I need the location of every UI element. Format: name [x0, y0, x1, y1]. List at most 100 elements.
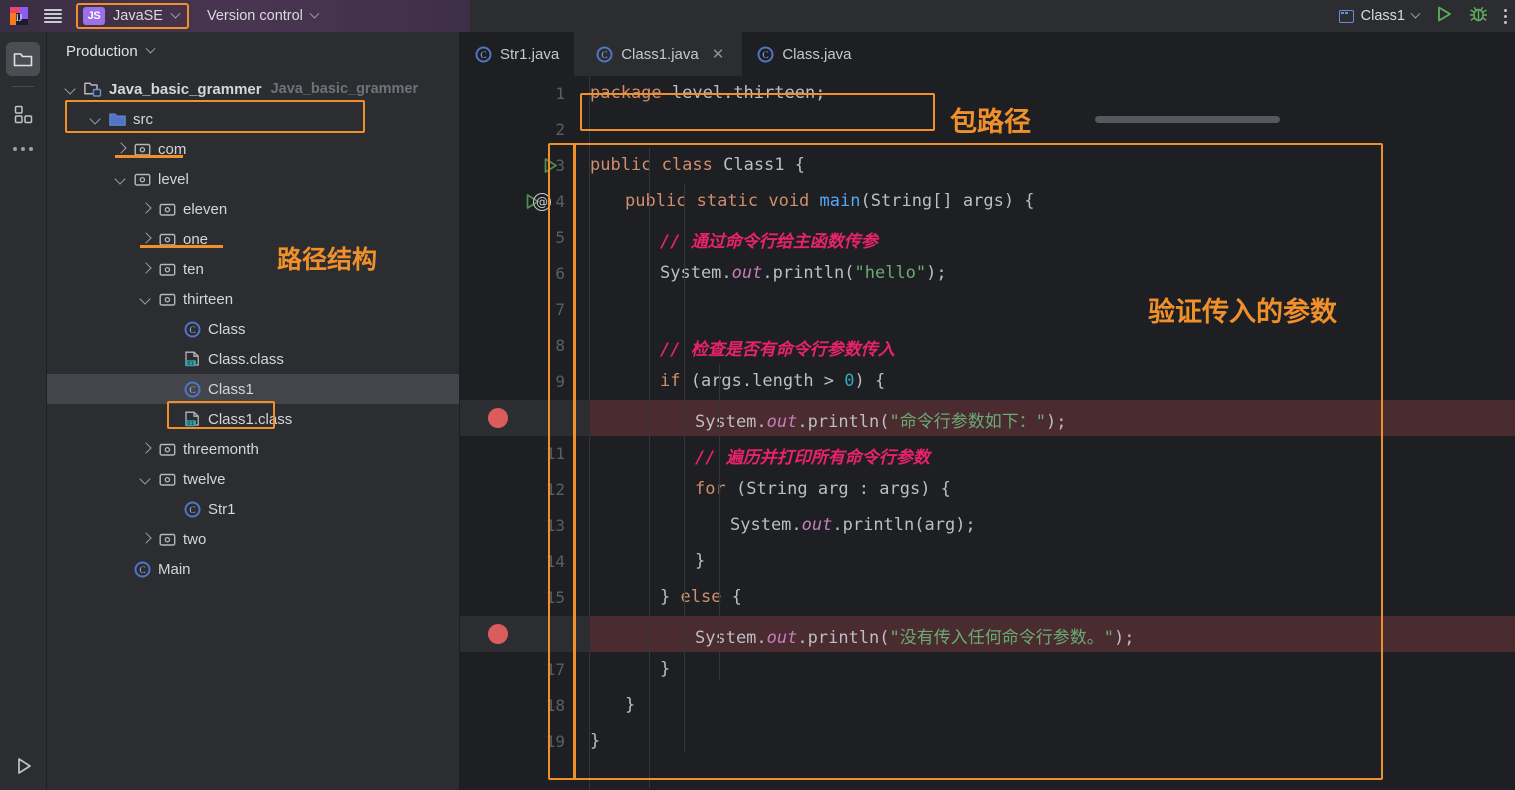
tree-item-class-class[interactable]: 01 Class.class	[47, 344, 459, 374]
code-line[interactable]: 15} else {	[460, 580, 1515, 616]
code-line[interactable]: 14}	[460, 544, 1515, 580]
code-line[interactable]: 5 // 通过命令行给主函数传参	[460, 220, 1515, 256]
chevron-down-icon[interactable]	[65, 83, 77, 95]
tree-item-two[interactable]: two	[47, 524, 459, 554]
code-line[interactable]: 13 System.out.println(arg);	[460, 508, 1515, 544]
compiled-class-icon: 01	[185, 411, 199, 427]
chevron-down-icon[interactable]	[115, 173, 127, 185]
svg-text:01: 01	[187, 421, 194, 427]
package-icon	[159, 473, 176, 486]
java-class-icon: C	[757, 46, 774, 62]
breakpoint-icon[interactable]	[488, 624, 508, 644]
chevron-down-icon[interactable]	[140, 293, 152, 305]
code-line[interactable]: 6 System.out.println("hello");	[460, 256, 1515, 292]
version-control-menu[interactable]: Version control	[207, 8, 320, 24]
editor-tab-bar: C Str1.java C Class1.java ✕ C Class.java	[460, 32, 1515, 76]
breakpoint-icon[interactable]	[488, 408, 508, 428]
code-line[interactable]: 9 if (args.length > 0) {	[460, 364, 1515, 400]
line-number: 1	[555, 84, 565, 103]
tree-item-threemonth[interactable]: threemonth	[47, 434, 459, 464]
rail-item-project-folder[interactable]	[6, 42, 40, 76]
svg-text:C: C	[139, 566, 145, 576]
chevron-right-icon[interactable]	[140, 263, 152, 275]
code-line[interactable]: 11 // 遍历并打印所有命令行参数	[460, 436, 1515, 472]
code-line[interactable]: 17}	[460, 652, 1515, 688]
code-line[interactable]: 8 // 检查是否有命令行参数传入	[460, 328, 1515, 364]
current-run-config-selector[interactable]: Class1	[1338, 8, 1421, 24]
tree-item-main[interactable]: C Main	[47, 554, 459, 584]
code-editor[interactable]: 1 package level.thirteen; 2 3 public class C…	[460, 76, 1515, 790]
tree-item-java-basic-grammer[interactable]: Java_basic_grammer Java_basic_grammer	[47, 74, 459, 104]
code-line[interactable]: 3 public class Class1 {	[460, 148, 1515, 184]
module-icon	[84, 82, 102, 97]
annotation-verify-args: 验证传入的参数	[1148, 297, 1337, 327]
code-line[interactable]: System.out.println("命令行参数如下：");	[460, 400, 1515, 436]
chevron-right-icon[interactable]	[140, 443, 152, 455]
editor-tab-str1-java[interactable]: C Str1.java	[460, 32, 574, 76]
tree-item-class1-class[interactable]: 01 Class1.class	[47, 404, 459, 434]
code-text: if (args.length > 0) {	[660, 371, 886, 391]
editor-tab-class-java[interactable]: C Class.java	[742, 32, 866, 76]
package-icon	[159, 263, 176, 276]
chevron-down-icon[interactable]	[140, 473, 152, 485]
line-number: 13	[545, 516, 565, 535]
code-line[interactable]: 7	[460, 292, 1515, 328]
debug-bug-icon[interactable]	[1469, 5, 1488, 28]
tree-item-eleven[interactable]: eleven	[47, 194, 459, 224]
code-line[interactable]: 19}	[460, 724, 1515, 760]
chevron-down-icon[interactable]	[90, 113, 102, 125]
tree-item-class[interactable]: C Class	[47, 314, 459, 344]
tree-item-twelve[interactable]: twelve	[47, 464, 459, 494]
run-configuration-selector[interactable]: JS JavaSE	[76, 3, 189, 29]
svg-text:C: C	[480, 51, 486, 61]
rail-run-button[interactable]	[0, 756, 47, 776]
tree-item-label: two	[183, 530, 207, 548]
code-line[interactable]: 12 for (String arg : args) {	[460, 472, 1515, 508]
close-icon[interactable]: ✕	[712, 45, 725, 63]
tree-item-str1[interactable]: C Str1	[47, 494, 459, 524]
chevron-right-icon[interactable]	[140, 203, 152, 215]
chevron-right-icon[interactable]	[115, 143, 127, 155]
tree-item-com[interactable]: com	[47, 134, 459, 164]
tree-item-ten[interactable]: ten	[47, 254, 459, 284]
line-number: 8	[555, 336, 565, 355]
project-folder-icon	[13, 52, 33, 66]
intellij-idea-logo-icon: IJ	[8, 5, 30, 27]
tree-item-one[interactable]: one	[47, 224, 459, 254]
tree-item-src[interactable]: src	[47, 104, 459, 134]
editor-tab-class1-java[interactable]: C Class1.java ✕	[574, 32, 743, 76]
code-line[interactable]: 4 @ public static void main(String[] args)…	[460, 184, 1515, 220]
package-icon	[159, 262, 176, 277]
tree-item-thirteen[interactable]: thirteen	[47, 284, 459, 314]
line-number-cell	[460, 616, 565, 652]
line-number-cell: 9	[460, 364, 565, 400]
chevron-right-icon[interactable]	[140, 233, 152, 245]
project-scope-selector[interactable]: Production	[47, 32, 459, 70]
code-line[interactable]: 18}	[460, 688, 1515, 724]
tree-item-class1[interactable]: C Class1	[47, 374, 459, 404]
code-text: for (String arg : args) {	[695, 479, 951, 499]
chevron-right-icon[interactable]	[140, 533, 152, 545]
svg-text:C: C	[189, 506, 195, 516]
rail-item-structure[interactable]	[6, 97, 40, 131]
editor-tab-label: Class1.java	[621, 45, 699, 63]
hamburger-menu-icon[interactable]	[44, 9, 62, 23]
rail-item-more[interactable]	[0, 147, 46, 151]
main-toolbar: IJ JS JavaSE Version control Class1	[0, 0, 1515, 32]
chevron-down-icon	[145, 43, 156, 54]
gutter-override-marker-icon[interactable]: @	[533, 193, 551, 211]
run-play-icon[interactable]	[1435, 5, 1453, 28]
java-class-icon: C	[184, 501, 201, 517]
tree-item-level[interactable]: level	[47, 164, 459, 194]
line-number: 6	[555, 264, 565, 283]
tree-item-label: level	[158, 170, 189, 188]
console-window-icon	[1338, 9, 1354, 23]
compiled-class-icon: 01	[185, 351, 199, 367]
code-text: System.out.println("命令行参数如下：");	[695, 412, 1067, 432]
source-folder-icon	[109, 113, 126, 126]
more-kebab-icon[interactable]	[1504, 8, 1507, 24]
code-line[interactable]: System.out.println("没有传入任何命令行参数。");	[460, 616, 1515, 652]
